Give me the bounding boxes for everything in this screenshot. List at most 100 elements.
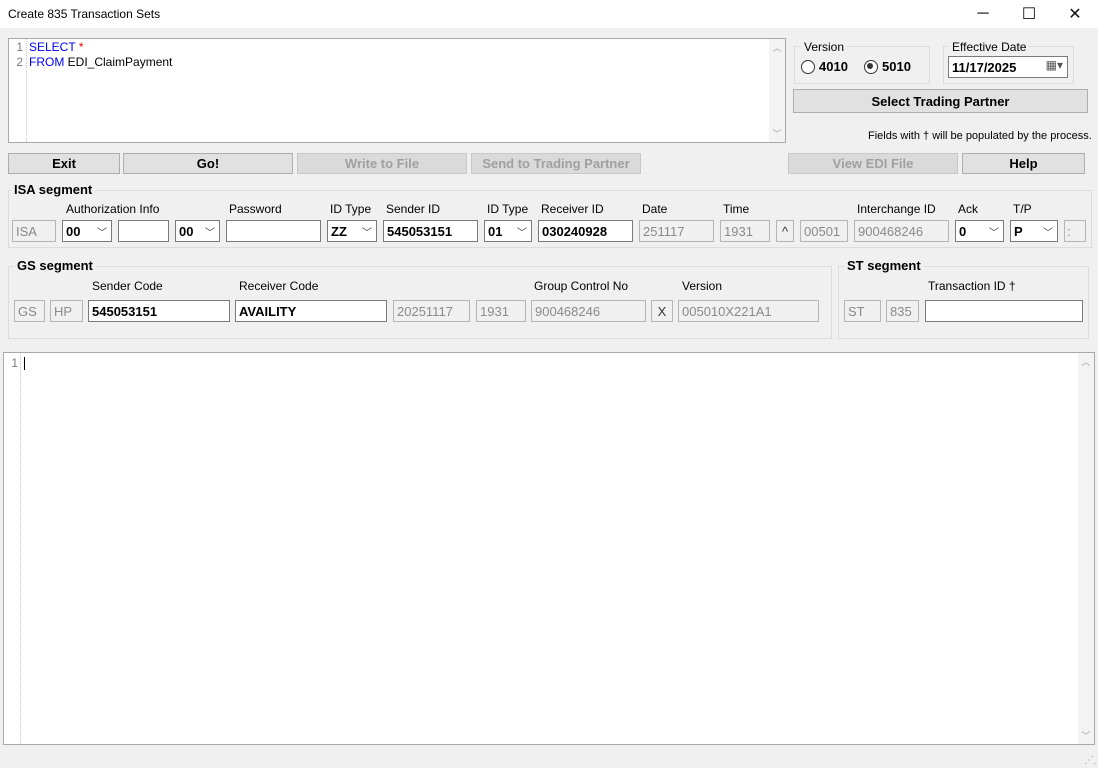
receiver-id-type-select[interactable]: 01 ﹀ xyxy=(484,220,532,242)
group-control-no-label: Group Control No xyxy=(534,279,629,293)
tp-select[interactable]: P ﹀ xyxy=(1010,220,1058,242)
auth-qualifier-select[interactable]: 00 ﹀ xyxy=(62,220,112,242)
st-segment-id-field: ST xyxy=(844,300,881,322)
calendar-icon[interactable]: ▦▾ xyxy=(1046,58,1063,72)
gutter-divider xyxy=(20,353,21,744)
time-label: Time xyxy=(723,202,750,216)
scroll-down-icon[interactable]: ﹀ xyxy=(1078,729,1094,742)
gs-time-field: 1931 xyxy=(476,300,526,322)
version-label: Version xyxy=(801,40,848,54)
agency-code-field: X xyxy=(651,300,673,322)
sender-id-type-value: ZZ xyxy=(331,224,347,239)
scroll-up-icon[interactable]: ︿ xyxy=(769,41,785,54)
resize-grip-icon[interactable]: ⋰⋰ xyxy=(1084,755,1098,766)
password-qualifier-value: 00 xyxy=(179,224,194,239)
populated-fields-note: Fields with † will be populated by the p… xyxy=(868,130,1092,142)
sender-code-label: Sender Code xyxy=(92,279,163,293)
password-qualifier-select[interactable]: 00 ﹀ xyxy=(175,220,220,242)
effective-date-value: 11/17/2025 xyxy=(952,60,1017,75)
functional-id-field: HP xyxy=(50,300,83,322)
sql-text: EDI_ClaimPayment xyxy=(67,55,173,69)
minimize-icon: ─ xyxy=(977,5,989,22)
line-number: 1 xyxy=(16,40,23,54)
output-scrollbar[interactable]: ︿ ﹀ xyxy=(1078,353,1094,744)
control-version-field: 00501 xyxy=(800,220,848,242)
version-5010-radio[interactable]: 5010 xyxy=(864,59,911,74)
isa-date-field: 251117 xyxy=(639,220,714,242)
interchange-id-label: Interchange ID xyxy=(857,202,936,216)
query-scrollbar[interactable]: ︿ ﹀ xyxy=(769,39,785,142)
radio-label: 4010 xyxy=(819,59,848,74)
authorization-info-label: Authorization Info xyxy=(66,202,160,216)
date-label: Date xyxy=(642,202,668,216)
window-title: Create 835 Transaction Sets xyxy=(8,7,161,21)
chevron-down-icon: ﹀ xyxy=(517,228,527,239)
maximize-button[interactable]: ☐ xyxy=(1006,0,1052,28)
select-trading-partner-button[interactable]: Select Trading Partner xyxy=(793,89,1088,113)
version-4010-radio[interactable]: 4010 xyxy=(801,59,848,74)
effective-date-label: Effective Date xyxy=(949,40,1030,54)
interchange-id-field: 900468246 xyxy=(854,220,949,242)
isa-time-field: 1931 xyxy=(720,220,770,242)
isa-segment-id-field: ISA xyxy=(12,220,56,242)
gs-version-label: Version xyxy=(682,279,723,293)
close-icon: ✕ xyxy=(1068,6,1082,23)
auth-info-input[interactable] xyxy=(118,220,169,242)
st-id-field: 835 xyxy=(886,300,919,322)
query-editor[interactable]: 1 SELECT * 2 FROM EDI_ClaimPayment ︿ ﹀ xyxy=(8,38,786,143)
chevron-down-icon: ﹀ xyxy=(1043,228,1053,239)
sender-id-input[interactable]: 545053151 xyxy=(383,220,478,242)
exit-button[interactable]: Exit xyxy=(8,153,120,174)
query-line: SELECT * xyxy=(29,40,83,54)
receiver-id-label: Receiver ID xyxy=(541,202,604,216)
gs-date-field: 20251117 xyxy=(393,300,470,322)
sql-keyword: FROM xyxy=(29,55,65,69)
password-label: Password xyxy=(229,202,282,216)
receiver-id-input[interactable]: 030240928 xyxy=(538,220,633,242)
group-control-no-field: 900468246 xyxy=(531,300,646,322)
title-bar: Create 835 Transaction Sets ─ ☐ ✕ xyxy=(0,0,1098,28)
write-to-file-button[interactable]: Write to File xyxy=(297,153,467,174)
repetition-separator-field: ^ xyxy=(776,220,794,242)
chevron-down-icon: ﹀ xyxy=(362,228,372,239)
id-type-label: ID Type xyxy=(487,202,529,216)
transaction-id-input[interactable] xyxy=(925,300,1083,322)
view-edi-file-button[interactable]: View EDI File xyxy=(788,153,958,174)
gs-version-field: 005010X221A1 xyxy=(678,300,819,322)
password-input[interactable] xyxy=(226,220,321,242)
ack-label: Ack xyxy=(958,202,979,216)
scroll-up-icon[interactable]: ︿ xyxy=(1078,355,1094,368)
st-segment-title: ST segment xyxy=(844,258,924,273)
sender-id-type-select[interactable]: ZZ ﹀ xyxy=(327,220,377,242)
isa-segment-title: ISA segment xyxy=(11,182,96,197)
line-number: 2 xyxy=(16,55,23,69)
help-button[interactable]: Help xyxy=(962,153,1085,174)
sql-text: * xyxy=(78,40,84,54)
effective-date-picker[interactable]: 11/17/2025 ▦▾ xyxy=(948,56,1068,78)
radio-label: 5010 xyxy=(882,59,911,74)
chevron-down-icon: ﹀ xyxy=(205,228,215,239)
radio-icon xyxy=(801,59,815,74)
receiver-code-label: Receiver Code xyxy=(239,279,319,293)
sender-code-input[interactable]: 545053151 xyxy=(88,300,230,322)
gutter-divider xyxy=(26,39,27,142)
receiver-code-input[interactable]: AVAILITY xyxy=(235,300,387,322)
send-to-trading-partner-button[interactable]: Send to Trading Partner xyxy=(471,153,641,174)
gs-segment-id-field: GS xyxy=(14,300,45,322)
sender-id-label: Sender ID xyxy=(386,202,441,216)
component-separator-field: : xyxy=(1064,220,1086,242)
scroll-down-icon[interactable]: ﹀ xyxy=(769,127,785,140)
maximize-icon: ☐ xyxy=(1021,6,1037,23)
ack-select[interactable]: 0 ﹀ xyxy=(955,220,1004,242)
sql-keyword: SELECT xyxy=(29,40,76,54)
tp-value: P xyxy=(1014,224,1023,239)
gs-segment-title: GS segment xyxy=(14,258,96,273)
chevron-down-icon: ﹀ xyxy=(97,228,107,239)
auth-qualifier-value: 00 xyxy=(66,224,81,239)
go-button[interactable]: Go! xyxy=(123,153,293,174)
id-type-label: ID Type xyxy=(330,202,372,216)
text-cursor xyxy=(24,357,25,370)
close-button[interactable]: ✕ xyxy=(1052,0,1098,28)
minimize-button[interactable]: ─ xyxy=(960,0,1006,28)
edi-output-editor[interactable]: 1 ︿ ﹀ xyxy=(3,352,1095,745)
